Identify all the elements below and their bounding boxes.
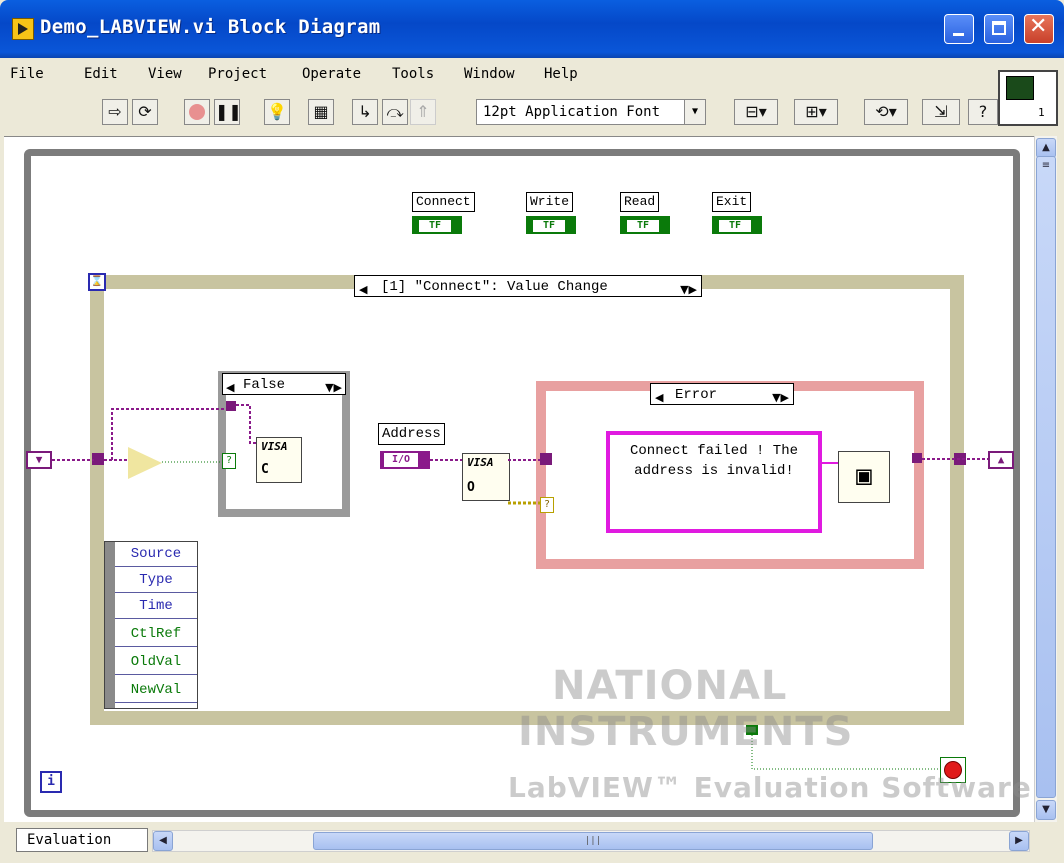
step-over-icon[interactable]: ⤼ [382,99,408,125]
labview-vi-icon [12,18,34,40]
reorder-icon[interactable]: ⟲▾ [864,99,908,125]
menu-view[interactable]: View [148,66,182,82]
step-out-icon[interactable]: ⇑ [410,99,436,125]
font-select[interactable]: 12pt Application Font ▼ [476,99,706,125]
watermark-evaluation: LabVIEW™ Evaluation Software [508,771,1032,804]
close-button[interactable]: ✕ [1024,14,1054,44]
menu-tools[interactable]: Tools [392,66,434,82]
retain-wire-values-icon[interactable]: ▦ [308,99,334,125]
horizontal-scrollbar[interactable]: ◀ ||| ▶ [152,830,1030,852]
menu-file[interactable]: File [10,66,44,82]
align-objects-icon[interactable]: ⊟▾ [734,99,778,125]
scroll-left-icon[interactable]: ◀ [153,831,173,851]
connector-number: 1 [1038,106,1045,119]
maximize-button[interactable] [984,14,1014,44]
run-arrow-icon[interactable]: ⇨ [102,99,128,125]
menu-help[interactable]: Help [544,66,578,82]
abort-icon[interactable] [184,99,210,125]
menu-operate[interactable]: Operate [302,66,361,82]
run-continuously-icon[interactable]: ⟳ [132,99,158,125]
close-icon: ✕ [1029,14,1048,39]
toolbar: ⇨ ⟳ ❚❚ 💡 ▦ ↳ ⤼ ⇑ 12pt Application Font ▼… [4,90,998,134]
menu-bar: File Edit View Project Operate Tools Win… [4,58,998,90]
vi-connector-pane[interactable]: 1 [998,70,1058,126]
window-title: Demo_LABVIEW.vi Block Diagram [40,16,381,38]
highlight-execution-icon[interactable]: 💡 [264,99,290,125]
block-diagram-canvas[interactable]: Connect TF Write TF Read TF Exit TF ⌛ ◀ … [4,136,1034,823]
wire-visa-to-close [236,404,256,444]
maximize-icon [992,21,1006,35]
evaluation-tab[interactable]: Evaluation [16,828,148,852]
pause-icon[interactable]: ❚❚ [214,99,242,125]
scroll-thumb[interactable]: ||| [313,832,873,850]
vertical-scrollbar[interactable]: ▲ ≡ ▼ [1034,136,1057,822]
vi-icon-graph [1006,76,1034,100]
scroll-down-icon[interactable]: ▼ [1036,800,1056,820]
distribute-objects-icon[interactable]: ⊞▾ [794,99,838,125]
context-help-icon[interactable]: ? [968,99,998,125]
watermark-instruments: INSTRUMENTS [518,709,854,755]
step-into-icon[interactable]: ↳ [352,99,378,125]
minimize-icon [953,33,964,36]
watermark-national: NATIONAL [552,663,788,709]
font-select-value: 12pt Application Font [483,104,661,120]
scroll-thumb[interactable]: ≡ [1036,156,1056,798]
scroll-right-icon[interactable]: ▶ [1009,831,1029,851]
chevron-down-icon: ▼ [684,100,705,124]
menu-window[interactable]: Window [464,66,515,82]
menu-edit[interactable]: Edit [84,66,118,82]
bottom-bar: Evaluation ◀ ||| ▶ [4,822,1056,858]
menu-project[interactable]: Project [208,66,267,82]
cleanup-diagram-icon[interactable]: ⇲ [922,99,960,125]
wire-visa-to-case [111,408,226,460]
title-bar[interactable]: Demo_LABVIEW.vi Block Diagram ✕ [0,0,1064,58]
scroll-up-icon[interactable]: ▲ [1036,138,1056,158]
minimize-button[interactable] [944,14,974,44]
